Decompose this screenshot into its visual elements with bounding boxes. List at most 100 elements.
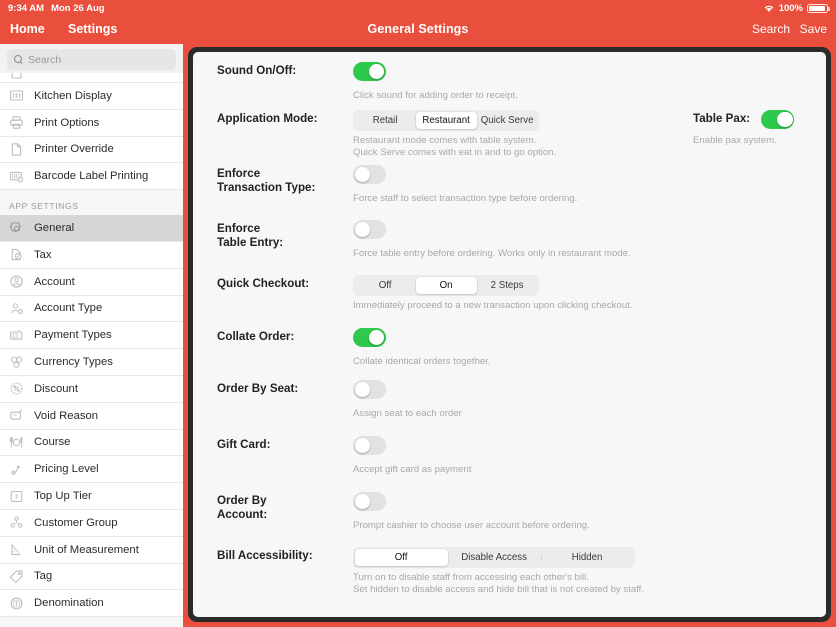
setting-control-gift-card: Accept gift card as payment xyxy=(353,436,826,492)
setting-label-collate-order: Collate Order: xyxy=(217,330,295,343)
tax-icon xyxy=(9,247,24,262)
segment-on[interactable]: On xyxy=(415,276,477,295)
setting-control-order-by-account: Prompt cashier to choose user account be… xyxy=(353,492,826,547)
setting-help-collate-order: Collate identical orders together. xyxy=(353,356,491,367)
account-icon xyxy=(9,274,24,289)
setting-label-bill-accessibility: Bill Accessibility: xyxy=(217,549,313,562)
setting-label-enforce-transaction-type: Enforce Transaction Type: xyxy=(217,165,353,220)
label-line-1: Enforce xyxy=(217,222,261,235)
bill-accessibility-segmented-control[interactable]: Off Disable Access Hidden xyxy=(353,547,636,568)
search-button[interactable]: Search xyxy=(752,22,790,36)
setting-row-application-mode: Application Mode: Retail Restaurant Quic… xyxy=(193,110,826,165)
search-input[interactable]: Search xyxy=(7,49,176,70)
gift-card-toggle[interactable] xyxy=(353,436,386,455)
sidebar-item-unit-of-measurement[interactable]: Unit of Measurement xyxy=(0,536,183,564)
setting-help-gift-card: Accept gift card as payment xyxy=(353,464,472,475)
battery-icon xyxy=(807,3,830,14)
sidebar-item-label: Course xyxy=(34,436,71,449)
sidebar-item-account-type[interactable]: Account Type xyxy=(0,295,183,323)
sound-toggle[interactable] xyxy=(353,62,386,81)
sidebar-item-label: Denomination xyxy=(34,597,104,610)
sidebar-item-discount[interactable]: Discount xyxy=(0,375,183,403)
setting-control-order-by-seat: Assign seat to each order xyxy=(353,380,826,436)
sidebar-item-label: Unit of Measurement xyxy=(34,543,139,556)
sidebar-item-label: Tax xyxy=(34,248,52,261)
segment-quick-serve[interactable]: Quick Serve xyxy=(477,112,538,130)
status-bar-left: 9:34 AM Mon 26 Aug xyxy=(8,3,105,14)
setting-help-sound: Click sound for adding order to receipt. xyxy=(353,90,518,101)
enforce-table-entry-toggle[interactable] xyxy=(353,220,386,239)
toggle-knob xyxy=(776,111,793,128)
status-date: Mon 26 Aug xyxy=(51,3,105,14)
void-reason-icon xyxy=(9,408,24,423)
setting-row-bill-accessibility: Bill Accessibility: Off Disable Access H… xyxy=(193,547,826,603)
order-by-seat-toggle[interactable] xyxy=(353,380,386,399)
label-line-1: Order By xyxy=(217,494,267,507)
sidebar-item-tax[interactable]: Tax xyxy=(0,241,183,269)
toggle-knob xyxy=(354,437,371,454)
setting-row-enforce-table-entry: Enforce Table Entry: Force table entry b… xyxy=(193,220,826,275)
toggle-knob xyxy=(354,221,371,238)
sidebar-item-tag[interactable]: Tag xyxy=(0,563,183,591)
setting-row-order-by-seat: Order By Seat: Assign seat to each order xyxy=(193,380,826,436)
sidebar: Search Kitchen Display Print Options Pri… xyxy=(0,44,183,627)
collate-order-toggle[interactable] xyxy=(353,328,386,347)
sidebar-item-general[interactable]: General xyxy=(0,215,183,242)
account-type-icon xyxy=(9,301,24,316)
setting-control-enforce-transaction-type: Force staff to select transaction type b… xyxy=(353,165,826,220)
sidebar-item-void-reason[interactable]: Void Reason xyxy=(0,402,183,430)
segment-off[interactable]: Off xyxy=(354,548,448,567)
setting-row-collate-order: Collate Order: Collate identical orders … xyxy=(193,328,826,380)
setting-help-table-pax: Enable pax system. xyxy=(693,135,777,146)
search-icon xyxy=(14,55,23,64)
segment-hidden[interactable]: Hidden xyxy=(540,549,634,567)
sidebar-item-customer-group[interactable]: Customer Group xyxy=(0,509,183,537)
sidebar-group-header: APP SETTINGS xyxy=(0,190,183,216)
sidebar-item-account[interactable]: Account xyxy=(0,268,183,296)
segment-off[interactable]: Off xyxy=(355,277,416,295)
sidebar-item-currency-types[interactable]: Currency Types xyxy=(0,349,183,376)
save-button[interactable]: Save xyxy=(800,22,827,36)
sidebar-item-top-up-tier[interactable]: Top Up Tier xyxy=(0,483,183,510)
status-bar-right: 100% xyxy=(763,3,830,14)
label-line-1: Enforce xyxy=(217,167,261,180)
sidebar-item-course[interactable]: Course xyxy=(0,429,183,457)
help-line-1: Turn on to disable staff from accessing … xyxy=(353,571,589,583)
table-pax-toggle[interactable] xyxy=(761,110,795,129)
top-nav-bar: Home Settings General Settings Search Sa… xyxy=(0,17,836,44)
order-by-account-toggle[interactable] xyxy=(353,492,386,511)
sidebar-item-label: Tag xyxy=(34,570,53,583)
sidebar-item-barcode-label-printing[interactable]: Barcode Label Printing xyxy=(0,163,183,191)
segment-2-steps[interactable]: 2 Steps xyxy=(477,277,538,295)
page-title: General Settings xyxy=(367,22,469,36)
discount-icon xyxy=(9,381,24,396)
setting-label-gift-card: Gift Card: xyxy=(217,438,271,451)
help-line-2: Set hidden to disable access and hide bi… xyxy=(353,584,645,596)
segment-retail[interactable]: Retail xyxy=(355,112,416,130)
status-time: 9:34 AM xyxy=(8,3,45,14)
quick-checkout-segmented-control[interactable]: Off On 2 Steps xyxy=(353,275,540,296)
segment-restaurant[interactable]: Restaurant xyxy=(415,111,477,130)
enforce-transaction-type-toggle[interactable] xyxy=(353,165,386,184)
sidebar-item-payment-types[interactable]: Payment Types xyxy=(0,322,183,350)
setting-help-enforce-transaction-type: Force staff to select transaction type b… xyxy=(353,193,578,204)
segment-disable-access[interactable]: Disable Access xyxy=(448,549,541,567)
sidebar-item-kitchen-display[interactable]: Kitchen Display xyxy=(0,83,183,110)
sidebar-nav-list: Kitchen Display Print Options Printer Ov… xyxy=(0,73,183,618)
application-mode-segmented-control[interactable]: Retail Restaurant Quick Serve xyxy=(353,110,540,131)
gear-icon xyxy=(9,221,24,236)
sidebar-item-denomination[interactable]: Denomination xyxy=(0,590,183,618)
setting-help-enforce-table-entry: Force table entry before ordering. Works… xyxy=(353,248,631,259)
pricing-level-icon xyxy=(9,462,24,477)
document-icon xyxy=(9,142,24,157)
tag-icon xyxy=(9,569,24,584)
sidebar-item-print-options[interactable]: Print Options xyxy=(0,109,183,137)
toggle-knob xyxy=(354,493,371,510)
sidebar-item-label: Print Options xyxy=(34,116,100,129)
toggle-knob xyxy=(368,329,385,346)
unit-measurement-icon xyxy=(9,542,24,557)
sidebar-item-pricing-level[interactable]: Pricing Level xyxy=(0,456,183,484)
sidebar-item-printer-override[interactable]: Printer Override xyxy=(0,136,183,164)
sidebar-item-clipped[interactable] xyxy=(0,73,183,83)
currency-icon xyxy=(9,355,24,370)
